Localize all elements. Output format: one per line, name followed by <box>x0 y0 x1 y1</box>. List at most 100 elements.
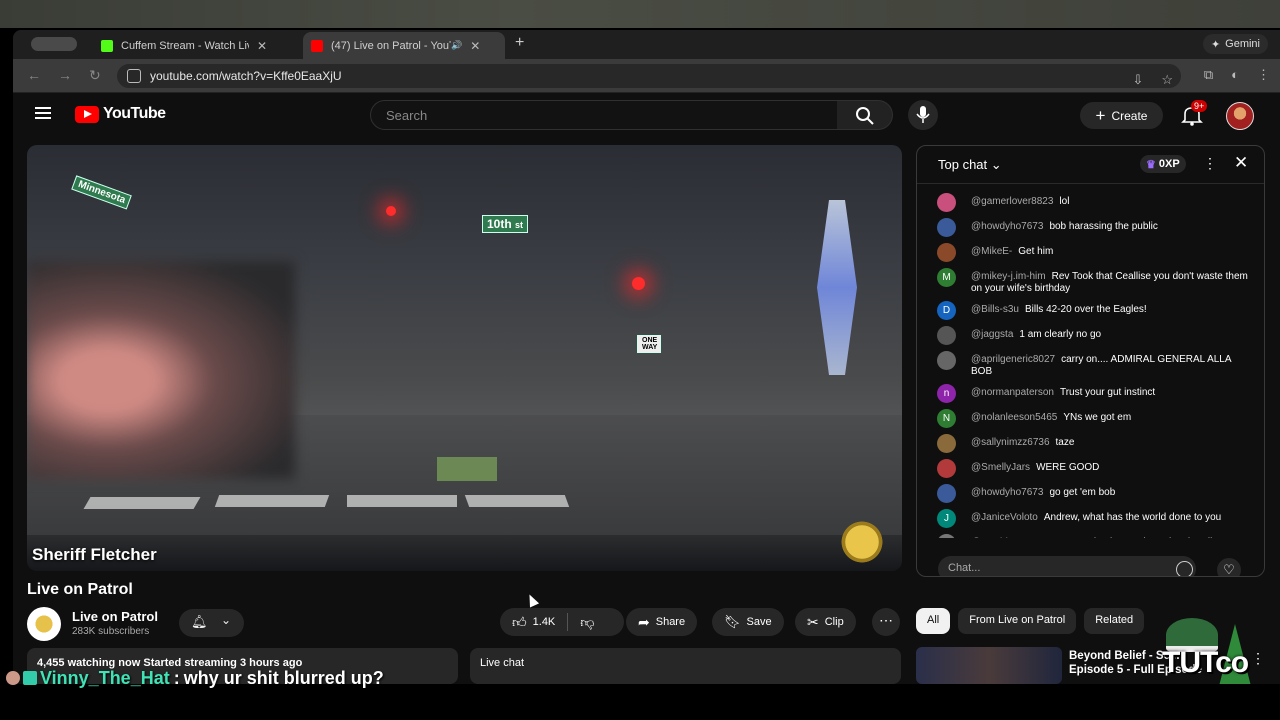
speaker-icon[interactable]: 🔊 <box>451 40 462 51</box>
chat-message-row[interactable]: @sallynimzz6736 taze <box>917 431 1264 456</box>
live-chat-label: Live chat <box>480 657 525 669</box>
back-icon[interactable]: ← <box>27 67 41 83</box>
chip-related[interactable]: Related <box>1084 608 1145 634</box>
chat-author[interactable]: @normanpaterson <box>971 387 1054 398</box>
avatar[interactable]: N <box>937 409 956 428</box>
chat-message-row[interactable]: @aprilgeneric8027 carry on.... ADMIRAL GE… <box>917 348 1264 381</box>
chat-author[interactable]: @howdyho7673 <box>971 221 1043 232</box>
chat-author[interactable]: @SmellyJars <box>971 462 1030 473</box>
chip-from-channel[interactable]: From Live on Patrol <box>958 608 1077 634</box>
mouse-cursor <box>524 592 540 608</box>
chat-author[interactable]: @howdyho7673 <box>971 487 1043 498</box>
chip-all[interactable]: All <box>916 608 951 634</box>
channel-name[interactable]: Live on Patrol <box>72 609 158 624</box>
chat-author[interactable]: @zombiemontage <box>971 537 1052 538</box>
more-actions-button[interactable]: ⋯ <box>872 608 900 636</box>
voice-search-button[interactable] <box>908 100 938 130</box>
avatar[interactable] <box>937 326 956 345</box>
search-button[interactable] <box>837 100 893 130</box>
youtube-logo[interactable]: YouTube <box>75 105 166 123</box>
chevron-down-icon: ⌄ <box>221 613 232 627</box>
avatar[interactable] <box>937 484 956 503</box>
forward-icon[interactable]: → <box>58 67 72 83</box>
extensions-icon[interactable]: ⧉ <box>1204 67 1213 83</box>
chat-author[interactable]: @MikeE- <box>971 246 1012 257</box>
chat-message-row[interactable]: @SmellyJars WERE GOOD <box>917 456 1264 481</box>
chat-author[interactable]: @jaggsta <box>971 329 1013 340</box>
bookmark-star-icon[interactable]: ☆ <box>1161 72 1173 88</box>
top-chat-dropdown[interactable]: Top chat ⌄ <box>938 157 1002 173</box>
emoji-icon[interactable] <box>1176 561 1193 576</box>
tutco-logo: TUTco <box>1160 618 1258 684</box>
install-icon[interactable]: ⇩ <box>1132 72 1143 88</box>
chat-message-row[interactable]: @zombiemontage noneyo business where they… <box>917 531 1264 538</box>
live-chat-toggle[interactable]: Live chat <box>470 648 901 684</box>
chat-message-row[interactable]: @MikeE- Get him <box>917 240 1264 265</box>
chat-author[interactable]: @aprilgeneric8027 <box>971 354 1055 365</box>
xp-badge[interactable]: ♛ 0XP <box>1140 155 1186 173</box>
avatar[interactable] <box>937 434 956 453</box>
chat-message-row[interactable]: J @JaniceVoloto Andrew, what has the world… <box>917 506 1264 531</box>
menu-icon[interactable] <box>35 107 51 119</box>
chat-message-text: @howdyho7673 bob harassing the public <box>971 218 1158 233</box>
omnibox[interactable]: youtube.com/watch?v=Kffe0EaaXjU ⇩ ☆ <box>117 64 1181 88</box>
avatar[interactable] <box>937 459 956 478</box>
chat-separator: : <box>173 667 180 688</box>
chat-message-row[interactable]: N @nolanleeson5465 YNs we got em <box>917 406 1264 431</box>
avatar[interactable] <box>937 218 956 237</box>
chat-message-row[interactable]: n @normanpaterson Trust your gut instinct <box>917 381 1264 406</box>
close-icon[interactable]: ✕ <box>1234 153 1248 173</box>
chat-author[interactable]: @nolanleeson5465 <box>971 412 1057 423</box>
close-icon[interactable]: ✕ <box>257 39 267 53</box>
tab-group-pill[interactable] <box>31 37 77 51</box>
avatar[interactable] <box>937 534 956 538</box>
menu-dots-icon[interactable]: ⋮ <box>1257 67 1270 83</box>
tab-cuffem[interactable]: Cuffem Stream - Watch Live c ✕ <box>93 32 297 59</box>
chat-author[interactable]: @JaniceVoloto <box>971 512 1038 523</box>
account-avatar[interactable] <box>1226 102 1254 130</box>
like-count[interactable]: 1.4K <box>533 616 556 628</box>
avatar[interactable] <box>937 243 956 262</box>
chat-author[interactable]: @sallynimzz6736 <box>971 437 1050 448</box>
clip-button[interactable]: ✂ Clip <box>795 608 856 636</box>
chat-message-row[interactable]: M @mikey-j.im-him Rev Took that Ceallise y… <box>917 265 1264 298</box>
subscribe-notifications-button[interactable]: 🔔︎ ⌄ <box>179 609 244 637</box>
microphone-icon <box>916 106 930 123</box>
site-info-icon[interactable] <box>127 69 141 83</box>
chat-message-row[interactable]: @howdyho7673 go get 'em bob <box>917 481 1264 506</box>
new-tab-button[interactable]: + <box>515 34 524 52</box>
chat-message-row[interactable]: D @Bills-s3u Bills 42-20 over the Eagles! <box>917 298 1264 323</box>
chat-message-row[interactable]: @gamerlover8823 lol <box>917 190 1264 215</box>
chat-author[interactable]: @mikey-j.im-him <box>971 271 1046 282</box>
search-input[interactable]: Search <box>370 100 838 130</box>
chat-message-row[interactable]: @jaggsta 1 am clearly no go <box>917 323 1264 348</box>
heart-icon[interactable]: ♡ <box>1217 558 1241 576</box>
reload-icon[interactable]: ↻ <box>89 67 101 84</box>
avatar[interactable] <box>937 351 956 370</box>
url-text[interactable]: youtube.com/watch?v=Kffe0EaaXjU <box>150 69 342 83</box>
chat-menu-icon[interactable]: ⋮ <box>1203 155 1217 172</box>
recommended-thumbnail[interactable] <box>916 647 1062 684</box>
profile-icon[interactable]: ◐ <box>1231 67 1239 83</box>
chat-message-row[interactable]: @howdyho7673 bob harassing the public <box>917 215 1264 240</box>
share-button[interactable]: ➦ Share <box>626 608 698 636</box>
tab-youtube[interactable]: (47) Live on Patrol - YouTube 🔊 ✕ <box>303 32 505 59</box>
avatar[interactable]: n <box>937 384 956 403</box>
thumbs-down-icon[interactable]: 👎︎ <box>580 614 594 631</box>
chat-input[interactable]: Chat... <box>938 556 1196 576</box>
avatar[interactable]: J <box>937 509 956 528</box>
video-player[interactable]: 10th st Minnesota ONE WAY Sheriff Fletch… <box>27 145 902 571</box>
avatar[interactable]: M <box>937 268 956 287</box>
bookmark-icon: 🔖︎ <box>724 614 741 629</box>
close-icon[interactable]: ✕ <box>470 39 480 53</box>
thumbs-up-icon[interactable]: 👍︎ <box>512 614 527 631</box>
channel-avatar[interactable] <box>27 607 61 641</box>
save-button[interactable]: 🔖︎ Save <box>712 608 784 636</box>
avatar[interactable] <box>937 193 956 212</box>
create-button[interactable]: + Create <box>1080 102 1163 129</box>
avatar[interactable]: D <box>937 301 956 320</box>
gemini-button[interactable]: ✦ Gemini <box>1202 34 1268 54</box>
chat-author[interactable]: @Bills-s3u <box>971 304 1019 315</box>
chat-author[interactable]: @gamerlover8823 <box>971 196 1053 207</box>
crosswalk <box>464 495 570 507</box>
